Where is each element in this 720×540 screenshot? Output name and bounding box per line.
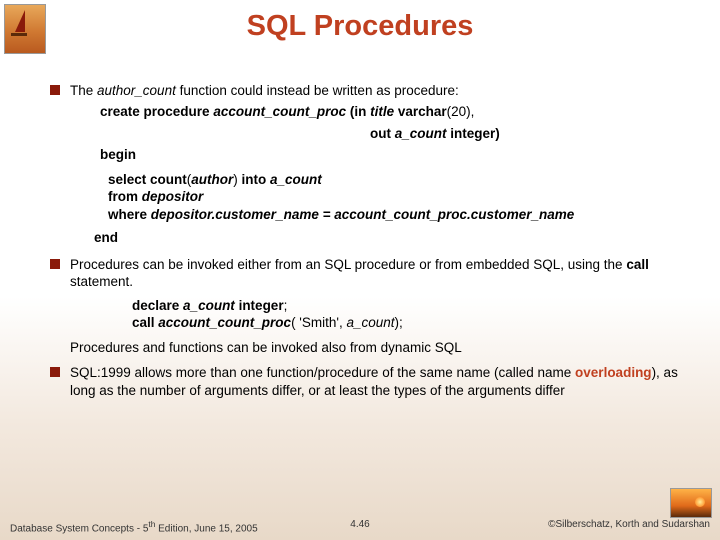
b2-text-1c: statement. [70, 274, 133, 289]
kw-out: out [370, 126, 395, 141]
kw-from: from [108, 189, 142, 204]
logo-sunset [670, 488, 712, 518]
b1-code-line1: create procedure account_count_proc (in … [100, 103, 700, 120]
kw-declare: declare [132, 298, 183, 313]
footer-left-a: Database System Concepts - 5 [10, 523, 148, 534]
rparen: ) [233, 172, 241, 187]
call-arg-var: a_count [346, 315, 394, 330]
proc-name: account_count_proc [213, 104, 350, 119]
slide-body: The author_count function could instead … [50, 82, 700, 407]
kw-in: (in [350, 104, 370, 119]
bullet-2: Procedures can be invoked either from an… [50, 256, 700, 356]
kw-begin: begin [100, 146, 700, 163]
paren-20: (20), [447, 104, 475, 119]
kw-call-inline: call [626, 257, 649, 272]
b2-text-2: Procedures and functions can be invoked … [70, 339, 700, 356]
footer-left-b: Edition, June 15, 2005 [155, 523, 257, 534]
b1-intro-post: function could instead be written as pro… [176, 83, 459, 98]
footer-right: ©Silberschatz, Korth and Sudarshan [548, 519, 710, 534]
param-title: title [370, 104, 398, 119]
kw-integer2: integer [239, 298, 284, 313]
kw-integer: integer) [450, 126, 500, 141]
term-overloading: overloading [575, 365, 652, 380]
kw-end: end [94, 229, 700, 246]
b1-code-line2: out a_count integer) [370, 125, 700, 142]
footer-page-number: 4.46 [350, 519, 369, 530]
b1-intro-pre: The [70, 83, 97, 98]
b2-text-1: Procedures can be invoked either from an… [70, 257, 626, 272]
call-args-close: ); [395, 315, 403, 330]
kw-call: call [132, 315, 158, 330]
col-author: author [191, 172, 233, 187]
kw-create-procedure: create procedure [100, 104, 213, 119]
b2-call-line: call account_count_proc( 'Smith', a_coun… [132, 314, 700, 331]
kw-select-count: select count [108, 172, 187, 187]
b3-text-1: SQL:1999 allows more than one function/p… [70, 365, 575, 380]
kw-varchar: varchar [398, 104, 447, 119]
call-proc-name: account_count_proc [158, 315, 291, 330]
bullet-3: SQL:1999 allows more than one function/p… [50, 364, 700, 399]
footer: Database System Concepts - 5th Edition, … [0, 519, 720, 534]
b1-func-name: author_count [97, 83, 176, 98]
footer-left: Database System Concepts - 5th Edition, … [10, 519, 258, 534]
tbl-depositor: depositor [142, 189, 204, 204]
decl-var: a_count [183, 298, 239, 313]
b1-from-line: from depositor [108, 188, 700, 205]
param-acount: a_count [395, 126, 451, 141]
var-acount: a_count [270, 172, 322, 187]
kw-where: where [108, 207, 151, 222]
b2-declare-line: declare a_count integer; [132, 297, 700, 314]
b1-where-line: where depositor.customer_name = account_… [108, 206, 700, 223]
slide-title: SQL Procedures [0, 0, 720, 43]
call-args-open: ( 'Smith', [291, 315, 346, 330]
bullet-1: The author_count function could instead … [50, 82, 700, 246]
kw-into: into [242, 172, 271, 187]
where-expr: depositor.customer_name = account_count_… [151, 207, 575, 222]
b1-select-line: select count(author) into a_count [108, 171, 700, 188]
logo-sailboat [4, 4, 46, 54]
semicolon: ; [284, 298, 288, 313]
